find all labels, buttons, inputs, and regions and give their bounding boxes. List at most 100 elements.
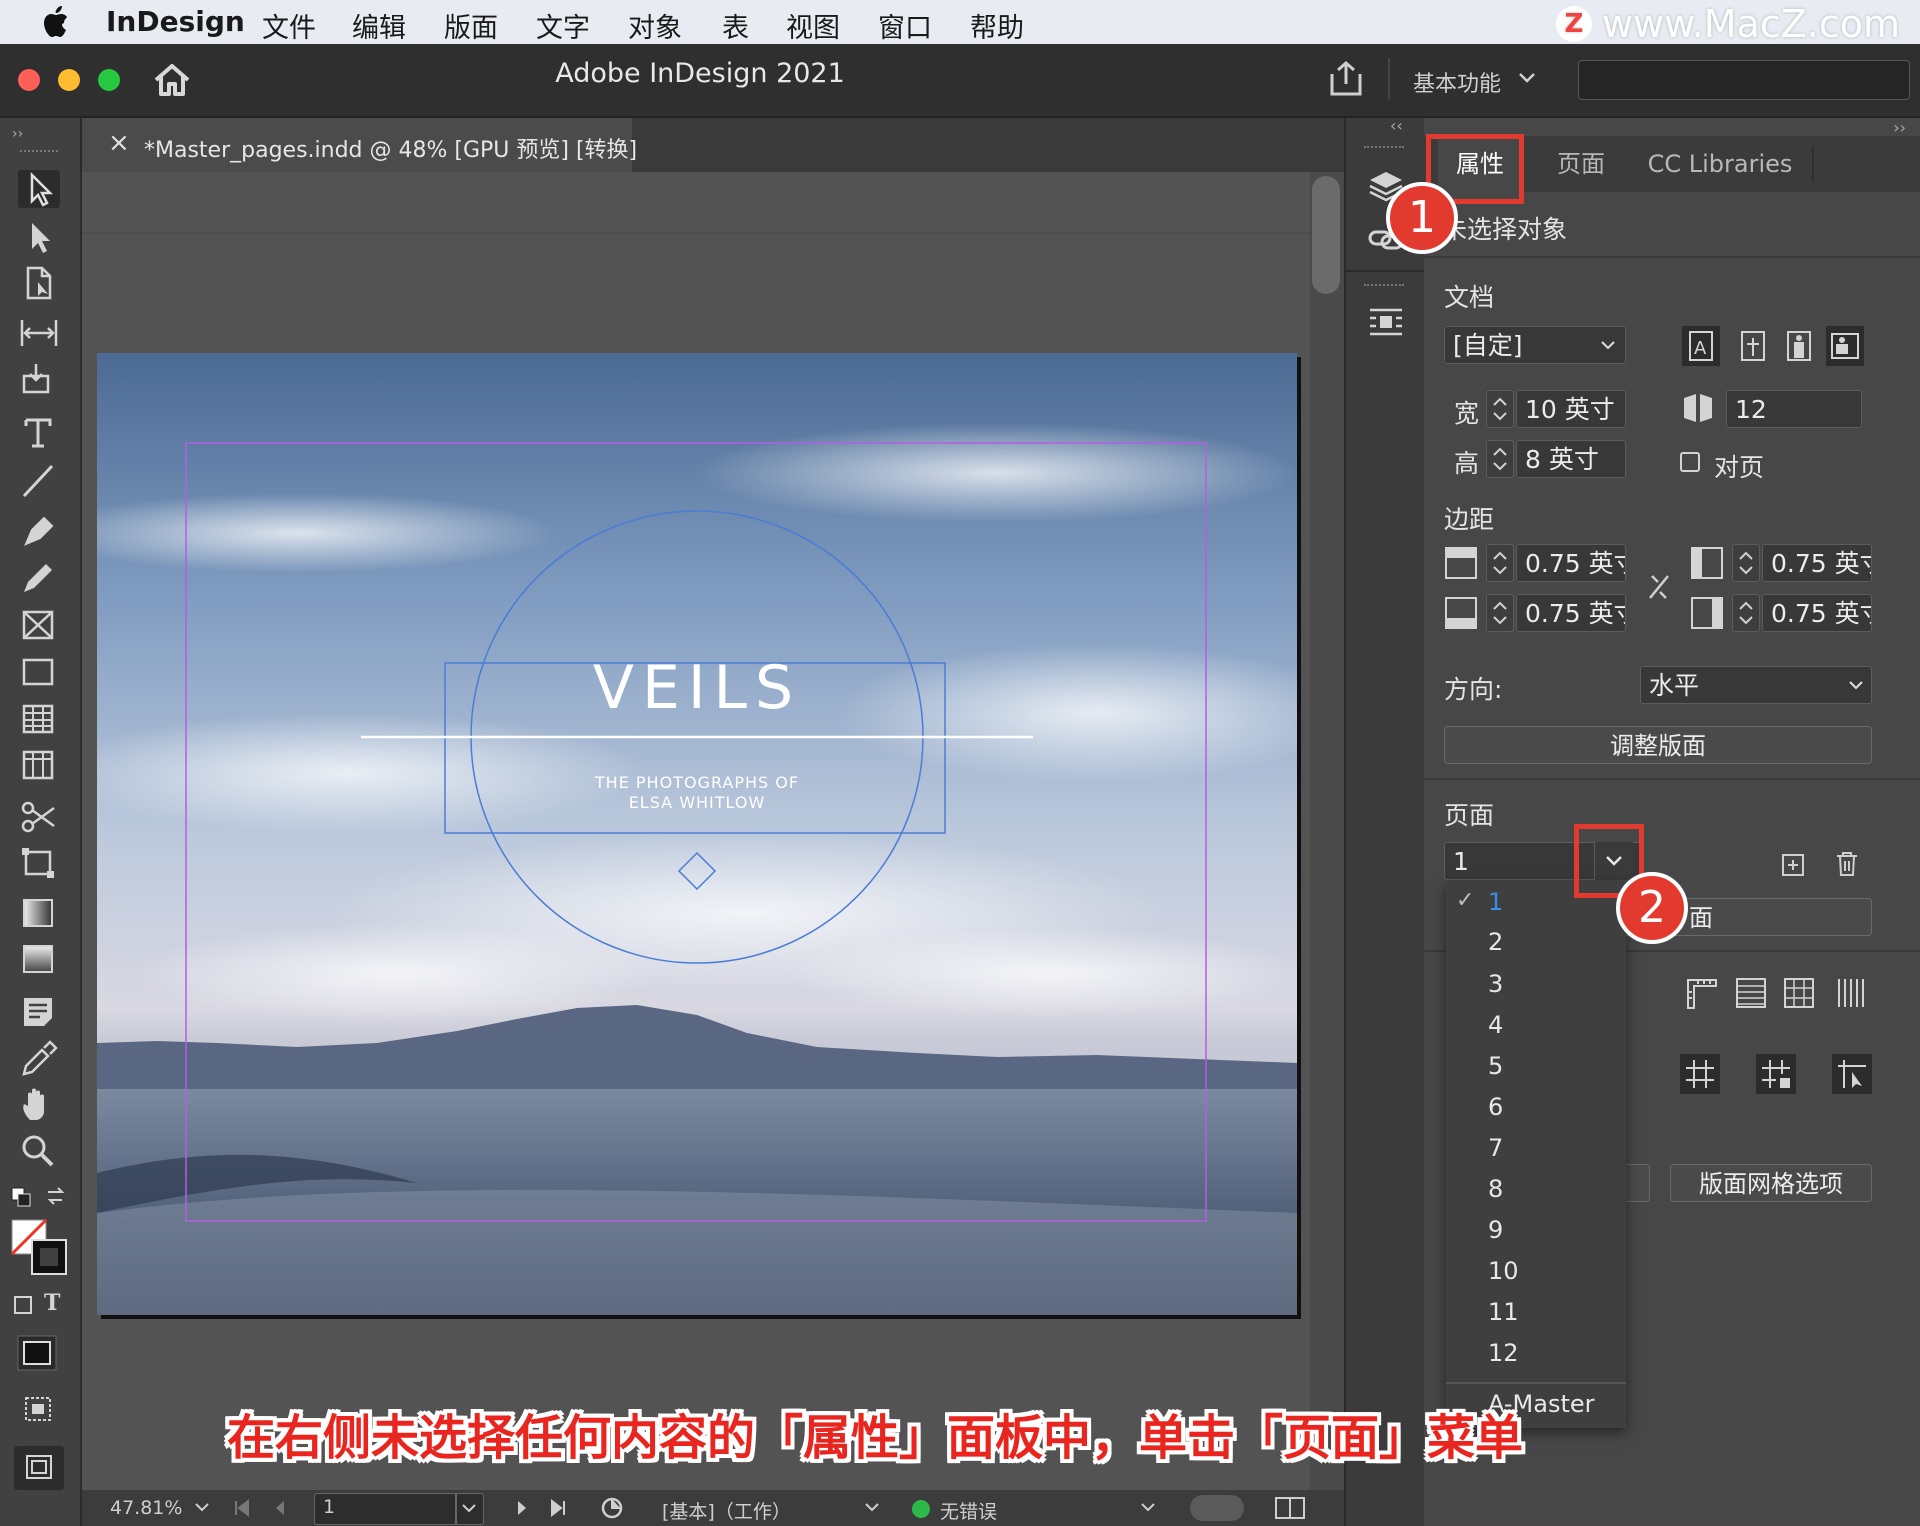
margin-top-stepper[interactable] [1486,544,1514,582]
last-page-icon[interactable] [548,1498,568,1518]
orientation-select[interactable]: 水平 [1640,666,1872,704]
chevron-down-icon[interactable] [1600,340,1616,352]
scrollbar-thumb[interactable] [1312,176,1340,294]
scissors-tool-icon[interactable] [18,798,60,836]
rulers-icon[interactable] [1684,976,1720,1010]
swap-colors-icon[interactable] [44,1184,68,1208]
zoom-tool-icon[interactable] [18,1132,60,1170]
menu-view[interactable]: 视图 [786,6,840,45]
gap-tool-icon[interactable] [18,314,60,352]
dropdown-item-page[interactable]: 7 [1488,1134,1503,1162]
delete-page-icon[interactable] [1834,850,1860,878]
rectangle-tool-icon[interactable] [18,654,60,692]
margin-right-input[interactable]: 0.75 英寸 [1762,594,1872,632]
dropdown-item-page[interactable]: 6 [1488,1093,1503,1121]
menu-edit[interactable]: 编辑 [352,6,406,45]
fill-stroke-icon[interactable] [10,1218,70,1278]
split-view-icon[interactable] [1274,1496,1306,1520]
note-tool-icon[interactable] [18,992,60,1030]
horizontal-scrollbar-thumb[interactable] [1190,1495,1244,1521]
smart-guide-alignment-icon[interactable] [1832,1054,1872,1094]
width-input[interactable]: 10 英寸 [1516,390,1626,428]
layout-grid-options-button[interactable]: 版面网格选项 [1670,1164,1872,1202]
collapse-panel-icon[interactable]: ›› [1893,118,1906,137]
dropdown-item-page[interactable]: 1 [1488,888,1503,916]
menu-file[interactable]: 文件 [262,6,316,45]
menu-app-name[interactable]: InDesign [106,5,245,38]
page-number-field[interactable]: 1 [314,1493,484,1525]
search-input[interactable] [1578,60,1910,100]
document-grid-icon[interactable] [1782,976,1816,1010]
workspace-switcher[interactable]: 基本功能 [1413,66,1501,98]
portrait-icon[interactable] [1780,326,1818,366]
collapse-icon[interactable]: ›› [12,126,23,142]
open-file-icon[interactable] [600,1496,628,1520]
text-direction-horizontal-icon[interactable]: A [1682,326,1720,366]
next-page-icon[interactable] [514,1498,530,1518]
dropdown-item-page[interactable]: 11 [1488,1298,1519,1326]
hand-tool-icon[interactable] [18,1086,60,1124]
first-page-icon[interactable] [232,1498,252,1518]
eyedropper-tool-icon[interactable] [18,1040,60,1078]
formatting-text-icon[interactable]: T [44,1290,60,1316]
zoom-level[interactable]: 47.81% [110,1497,182,1519]
width-stepper[interactable] [1486,390,1514,428]
dropdown-item-page[interactable]: 8 [1488,1175,1503,1203]
line-tool-icon[interactable] [18,462,60,500]
page-tool-icon[interactable] [18,264,60,302]
menu-type[interactable]: 文字 [536,6,590,45]
preflight-chevron-icon[interactable] [1140,1502,1156,1514]
adjust-layout-button[interactable]: 调整版面 [1444,726,1872,764]
margin-bottom-stepper[interactable] [1486,594,1514,632]
direct-selection-tool-icon[interactable] [18,218,60,256]
margin-left-input[interactable]: 0.75 英寸 [1762,544,1872,582]
menu-window[interactable]: 窗口 [878,6,932,45]
gradient-swatch-tool-icon[interactable] [18,894,60,932]
zoom-chevron-icon[interactable] [194,1502,210,1514]
apple-icon[interactable] [40,5,70,39]
grip-icon[interactable] [20,150,58,156]
preflight-status-text[interactable]: 无错误 [940,1497,997,1524]
pages-count-input[interactable]: 12 [1726,390,1862,428]
baseline-grid-icon[interactable] [1734,976,1768,1010]
tab-cc-libraries[interactable]: CC Libraries [1630,136,1810,192]
facing-pages-checkbox[interactable] [1680,452,1700,472]
margin-top-input[interactable]: 0.75 英寸 [1516,544,1626,582]
chevron-down-icon[interactable] [1518,72,1536,84]
menu-table[interactable]: 表 [722,6,749,45]
free-transform-tool-icon[interactable] [18,844,60,882]
dropdown-item-page[interactable]: 12 [1488,1339,1519,1367]
pen-tool-icon[interactable] [18,510,60,548]
rectangle-frame-tool-icon[interactable] [18,606,60,644]
margin-right-stepper[interactable] [1732,594,1760,632]
vertical-scrollbar[interactable] [1310,172,1344,1490]
frame-grid-tool-icon[interactable] [18,746,60,784]
type-tool-icon[interactable] [18,414,60,452]
default-colors-icon[interactable] [10,1186,34,1210]
profile-chevron-icon[interactable] [864,1502,880,1514]
gradient-feather-tool-icon[interactable] [18,940,60,978]
landscape-icon[interactable] [1826,326,1864,366]
height-stepper[interactable] [1486,440,1514,478]
text-wrap-icon[interactable] [1366,304,1406,340]
content-collector-icon[interactable] [18,360,60,398]
text-direction-vertical-icon[interactable] [1734,326,1772,366]
dropdown-item-page[interactable]: 4 [1488,1011,1503,1039]
table-tool-icon[interactable] [18,700,60,738]
menu-help[interactable]: 帮助 [970,6,1024,45]
menu-object[interactable]: 对象 [628,6,682,45]
layout-grid-icon[interactable] [1834,976,1868,1010]
apply-color-icon[interactable] [16,1334,60,1374]
document-preset-select[interactable]: [自定] [1444,326,1626,364]
document-page[interactable]: VEILS THE PHOTOGRAPHS OF ELSA WHITLOW [97,353,1297,1315]
selection-tool-icon[interactable] [18,170,60,208]
dropdown-item-page[interactable]: 9 [1488,1216,1503,1244]
pencil-tool-icon[interactable] [18,558,60,596]
margin-bottom-input[interactable]: 0.75 英寸 [1516,594,1626,632]
document-tab[interactable]: × *Master_pages.indd @ 48% [GPU 预览] [转换] [82,118,637,172]
page-chevron-icon[interactable] [461,1503,477,1515]
close-tab-icon[interactable]: × [108,128,130,158]
margin-left-stepper[interactable] [1732,544,1760,582]
height-input[interactable]: 8 英寸 [1516,440,1626,478]
share-icon[interactable] [1328,60,1364,98]
